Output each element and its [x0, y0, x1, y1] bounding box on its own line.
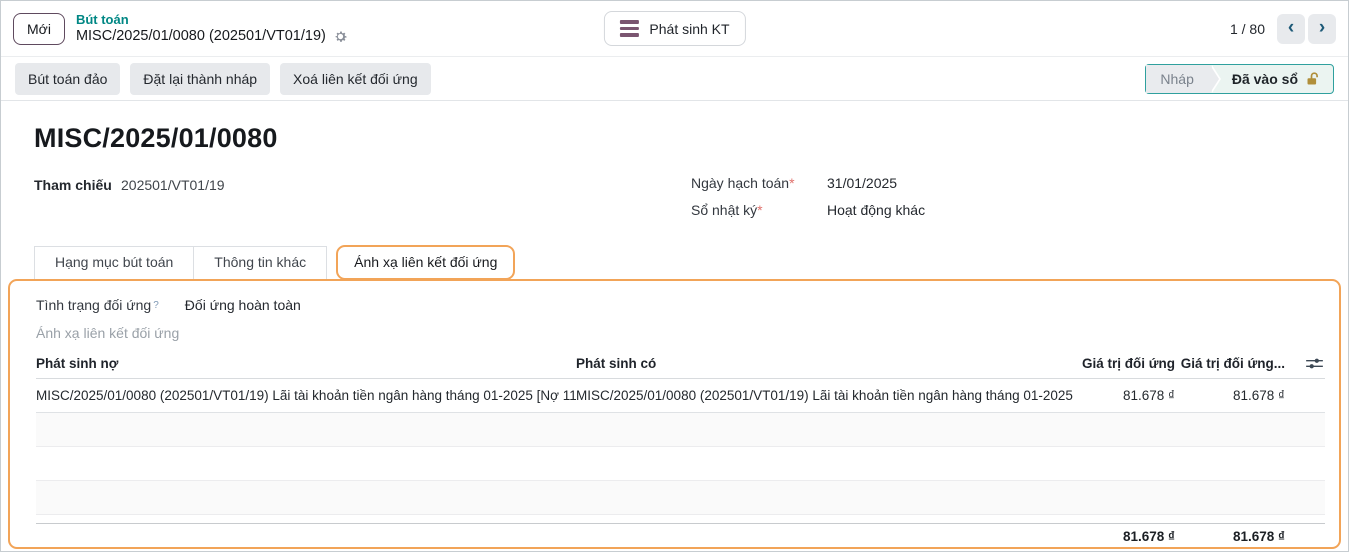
page-title: MISC/2025/01/0080 — [34, 123, 278, 154]
journal-value[interactable]: Hoạt động khác — [827, 202, 925, 218]
tab-other-info[interactable]: Thông tin khác — [194, 246, 327, 279]
breadcrumb-parent-link[interactable]: Bút toán — [76, 12, 348, 28]
col-header-credit[interactable]: Phát sinh có — [576, 356, 1075, 371]
total-amount2: 81.678 ₫ — [1175, 529, 1285, 544]
required-mark: * — [757, 202, 762, 218]
action-bar: Bút toán đảo Đặt lại thành nháp Xoá liên… — [1, 57, 1348, 101]
phat-sinh-kt-button[interactable]: Phát sinh KT — [603, 11, 745, 46]
open-lock-icon — [1306, 72, 1321, 86]
table-spacer — [36, 515, 1325, 523]
empty-row — [36, 413, 1325, 447]
field-date: Ngày hạch toán* 31/01/2025 — [691, 175, 925, 191]
field-group-right: Ngày hạch toán* 31/01/2025 Sổ nhật ký* H… — [691, 175, 925, 229]
optional-columns-button[interactable] — [1285, 357, 1325, 370]
col-header-amount1[interactable]: Giá trị đối ứng — [1075, 356, 1175, 371]
field-journal: Sổ nhật ký* Hoạt động khác — [691, 202, 925, 218]
cell-credit: MISC/2025/01/0080 (202501/VT01/19) Lãi t… — [576, 388, 1075, 403]
mapping-list-label: Ánh xạ liên kết đối ứng — [36, 325, 1339, 343]
reverse-entry-button[interactable]: Bút toán đảo — [15, 63, 120, 95]
phat-sinh-kt-label: Phát sinh KT — [649, 21, 729, 37]
pager-next-button[interactable]: › — [1308, 14, 1336, 44]
pager-prev-button[interactable]: ‹ — [1277, 14, 1305, 44]
hamburger-menu-icon — [619, 20, 638, 37]
help-icon[interactable]: ? — [153, 300, 159, 311]
gear-icon[interactable] — [333, 29, 348, 44]
top-control-bar: Mới Bút toán MISC/2025/01/0080 (202501/V… — [1, 1, 1348, 57]
pager: 1 / 80 ‹ › — [1230, 14, 1336, 44]
cell-amount1: 81.678 ₫ — [1075, 388, 1175, 403]
status-step-posted[interactable]: Đã vào sổ — [1210, 65, 1333, 93]
cell-debit: MISC/2025/01/0080 (202501/VT01/19) Lãi t… — [36, 388, 576, 403]
field-reference: Tham chiếu 202501/VT01/19 — [34, 177, 225, 193]
total-amount1: 81.678 ₫ — [1075, 529, 1175, 544]
pager-count: 1 / 80 — [1230, 21, 1265, 37]
sliders-icon — [1306, 357, 1323, 370]
chevron-left-icon: ‹ — [1288, 18, 1294, 37]
reference-label: Tham chiếu — [34, 177, 121, 193]
empty-row — [36, 481, 1325, 515]
status-step-draft[interactable]: Nháp — [1146, 65, 1209, 93]
journal-label: Sổ nhật ký — [691, 202, 757, 218]
notebook-tabs: Hạng mục bút toán Thông tin khác Ánh xạ … — [34, 246, 515, 279]
tab-reconciliation-mapping[interactable]: Ánh xạ liên kết đối ứng — [336, 245, 515, 280]
table-totals-row: 81.678 ₫ 81.678 ₫ — [36, 523, 1325, 549]
table-header-row: Phát sinh nợ Phát sinh có Giá trị đối ứn… — [36, 349, 1325, 379]
status-posted-label: Đã vào sổ — [1232, 71, 1298, 87]
date-value[interactable]: 31/01/2025 — [827, 175, 897, 191]
chevron-right-icon: › — [1319, 18, 1325, 37]
col-header-amount2[interactable]: Giá trị đối ứng... — [1175, 356, 1285, 371]
reconcile-state-value: Đối ứng hoàn toàn — [185, 297, 301, 313]
date-label: Ngày hạch toán — [691, 175, 789, 191]
cell-amount2: 81.678 ₫ — [1175, 388, 1285, 403]
new-button[interactable]: Mới — [13, 13, 65, 45]
required-mark: * — [789, 175, 794, 191]
table-row[interactable]: MISC/2025/01/0080 (202501/VT01/19) Lãi t… — [36, 379, 1325, 413]
reset-to-draft-button[interactable]: Đặt lại thành nháp — [130, 63, 270, 95]
mapping-table: Phát sinh nợ Phát sinh có Giá trị đối ứn… — [36, 349, 1325, 549]
empty-row — [36, 447, 1325, 481]
remove-reconciliation-button[interactable]: Xoá liên kết đối ứng — [280, 63, 431, 95]
tab-journal-items[interactable]: Hạng mục bút toán — [34, 246, 194, 279]
reconcile-state-label: Tình trạng đối ứng — [36, 297, 151, 313]
breadcrumb: Bút toán MISC/2025/01/0080 (202501/VT01/… — [76, 12, 348, 46]
app-window: Mới Bút toán MISC/2025/01/0080 (202501/V… — [0, 0, 1349, 552]
reference-value[interactable]: 202501/VT01/19 — [121, 177, 225, 193]
field-reconcile-state: Tình trạng đối ứng? Đối ứng hoàn toàn — [36, 295, 1339, 315]
col-header-debit[interactable]: Phát sinh nợ — [36, 356, 576, 371]
status-pipeline: Nháp Đã vào sổ — [1145, 64, 1334, 94]
breadcrumb-current: MISC/2025/01/0080 (202501/VT01/19) — [76, 28, 326, 45]
form-sheet: MISC/2025/01/0080 Tham chiếu 202501/VT01… — [1, 101, 1348, 552]
reconciliation-panel: Tình trạng đối ứng? Đối ứng hoàn toàn Án… — [8, 279, 1341, 549]
